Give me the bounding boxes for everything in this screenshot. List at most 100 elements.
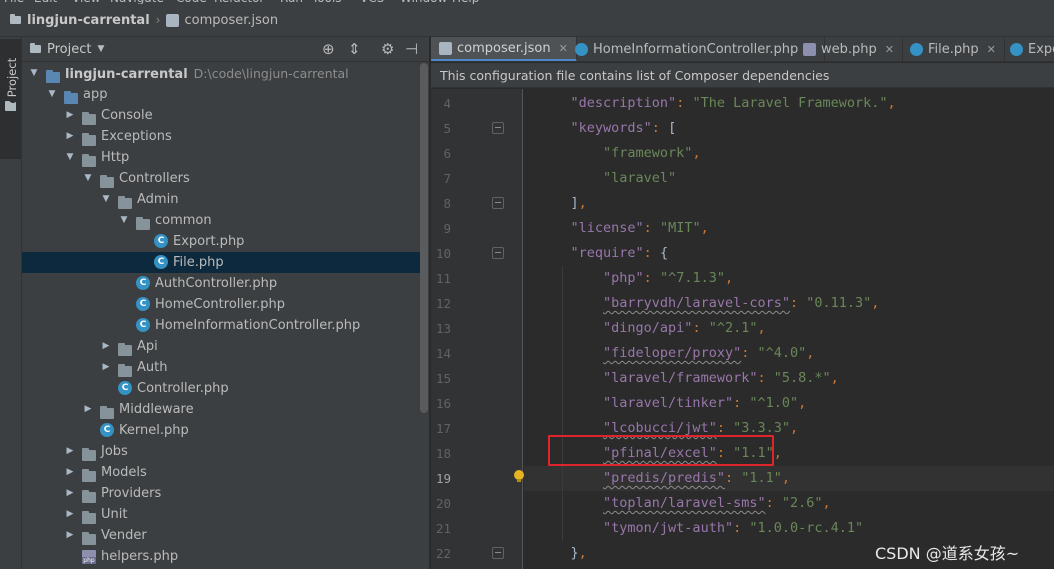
tree-item-name: HomeController.php [155, 297, 286, 312]
project-tool-tab[interactable]: 1: Project [0, 39, 21, 159]
tree-folder-row[interactable]: ▶ Jobs [22, 441, 420, 462]
editor-tab-label: Expo [1028, 42, 1054, 57]
editor-tab[interactable]: Expo [1002, 37, 1054, 61]
navigation-bar: lingjun-carrental › composer.json [0, 4, 1054, 37]
tree-item-label: Admin [137, 189, 178, 210]
breadcrumb-file[interactable]: composer.json [166, 13, 278, 28]
tree-scrollbar[interactable] [420, 63, 428, 413]
chevron-down-icon[interactable]: ▼ [28, 63, 40, 84]
editor-tab[interactable]: composer.json ✕ [431, 37, 577, 61]
tree-folder-row[interactable]: ▼ app [22, 84, 420, 105]
chevron-down-icon[interactable]: ▼ [118, 210, 130, 231]
code-token: : [716, 420, 734, 436]
editor-tab[interactable]: File.php ✕ [902, 37, 1005, 61]
fold-marker-icon[interactable] [492, 547, 504, 559]
tree-item-label: helpers.php [101, 546, 178, 567]
tree-item-label: Console [101, 105, 153, 126]
chevron-right-icon[interactable]: ▶ [64, 525, 76, 546]
tree-folder-row[interactable]: ▼ lingjun-carrental D:\code\lingjun-carren… [22, 63, 420, 84]
fold-marker-icon[interactable] [492, 247, 504, 259]
code-line: }, [538, 541, 587, 566]
hide-panel-icon[interactable]: ⊣ [405, 40, 418, 58]
locate-icon[interactable]: ⊕ [322, 40, 335, 58]
code-token: : [651, 120, 669, 136]
tree-folder-row[interactable]: ▼ Controllers [22, 168, 420, 189]
code-token: , [806, 345, 815, 361]
tree-folder-row[interactable]: ▶ Providers [22, 483, 420, 504]
chevron-down-icon[interactable]: ▼ [82, 168, 94, 189]
tree-file-row[interactable]: C Controller.php [22, 378, 420, 399]
gear-icon[interactable]: ⚙ [381, 40, 394, 58]
tree-folder-row[interactable]: ▶ Exceptions [22, 126, 420, 147]
chevron-down-icon[interactable]: ▼ [64, 147, 76, 168]
code-token: "^1.0" [749, 395, 799, 411]
view-dropdown-icon[interactable]: ▼ [97, 44, 104, 54]
code-token: "^7.1.3" [659, 270, 725, 286]
collapse-all-icon[interactable]: ⇕ [348, 40, 361, 58]
code-line: "barryvdh/laravel-cors": "0.11.3", [538, 291, 879, 316]
tree-folder-row[interactable]: ▼ Admin [22, 189, 420, 210]
chevron-right-icon[interactable]: ▶ [64, 126, 76, 147]
fold-marker-icon[interactable] [492, 197, 504, 209]
chevron-down-icon[interactable]: ▼ [46, 84, 58, 105]
folder-glyph [136, 217, 150, 230]
chevron-right-icon[interactable]: ▶ [64, 504, 76, 525]
chevron-right-icon[interactable]: ▶ [100, 357, 112, 378]
tree-folder-row[interactable]: ▼ common [22, 210, 420, 231]
tree-file-row[interactable]: helpers.php [22, 546, 420, 567]
project-panel-header: Project ▼ ⊕ ⇕ ⚙ ⊣ [22, 37, 429, 62]
tree-folder-row[interactable]: ▶ Vender [22, 525, 420, 546]
code-token: "1.1" [733, 445, 774, 461]
editor-tab[interactable]: web.php ✕ [795, 37, 903, 61]
folder-glyph [82, 490, 96, 503]
breadcrumb-project[interactable]: lingjun-carrental [10, 13, 150, 28]
fold-marker-icon[interactable] [492, 122, 504, 134]
chevron-down-icon[interactable]: ▼ [100, 189, 112, 210]
editor-tab[interactable]: HomeInformationController.php✕ [567, 37, 825, 61]
tree-item-label: Export.php [173, 231, 244, 252]
line-number: 14 [435, 346, 451, 361]
tree-item-label: Middleware [119, 399, 194, 420]
code-token: , [781, 470, 790, 486]
tree-folder-row[interactable]: ▼ Http [22, 147, 420, 168]
close-icon[interactable]: ✕ [987, 43, 996, 56]
line-number: 17 [435, 421, 451, 436]
tree-folder-row[interactable]: ▶ Unit [22, 504, 420, 525]
tree-item-label: HomeController.php [155, 294, 285, 315]
tree-file-row[interactable]: C File.php [22, 252, 420, 273]
close-icon[interactable]: ✕ [885, 43, 894, 56]
tree-folder-row[interactable]: ▶ Api [22, 336, 420, 357]
chevron-right-icon[interactable]: ▶ [64, 441, 76, 462]
code-view[interactable]: "description": "The Laravel Framework.",… [524, 89, 1054, 569]
project-panel-title[interactable]: Project [47, 42, 91, 57]
chevron-right-icon[interactable]: ▶ [64, 483, 76, 504]
tree-file-row[interactable]: C Export.php [22, 231, 420, 252]
folder-glyph [46, 70, 60, 83]
tree-folder-row[interactable]: ▶ Auth [22, 357, 420, 378]
code-token: "toplan/laravel-sms" [603, 495, 766, 511]
php-class-icon: C [118, 381, 132, 395]
code-line: "dingo/api": "^2.1", [538, 316, 766, 341]
line-number: 16 [435, 396, 451, 411]
tree-item-name: Unit [101, 507, 128, 522]
chevron-right-icon[interactable]: ▶ [100, 336, 112, 357]
lightbulb-icon[interactable] [514, 470, 524, 483]
code-token: : [692, 320, 709, 336]
tree-folder-row[interactable]: ▶ Models [22, 462, 420, 483]
tree-file-row[interactable]: C AuthController.php [22, 273, 420, 294]
tree-item-name: Models [101, 465, 147, 480]
tree-file-row[interactable]: C HomeController.php [22, 294, 420, 315]
chevron-right-icon[interactable]: ▶ [82, 399, 94, 420]
json-file-icon [439, 41, 452, 55]
tree-file-row[interactable]: C Kernel.php [22, 420, 420, 441]
tree-folder-row[interactable]: ▶ Console [22, 105, 420, 126]
left-tool-strip: 1: Project [0, 37, 22, 569]
tree-file-row[interactable]: C HomeInformationController.php [22, 315, 420, 336]
tree-folder-row[interactable]: ▶ Middleware [22, 399, 420, 420]
tree-item-name: Auth [137, 360, 168, 375]
code-token: : [741, 345, 758, 361]
chevron-right-icon[interactable]: ▶ [64, 462, 76, 483]
chevron-right-icon[interactable]: ▶ [64, 105, 76, 126]
